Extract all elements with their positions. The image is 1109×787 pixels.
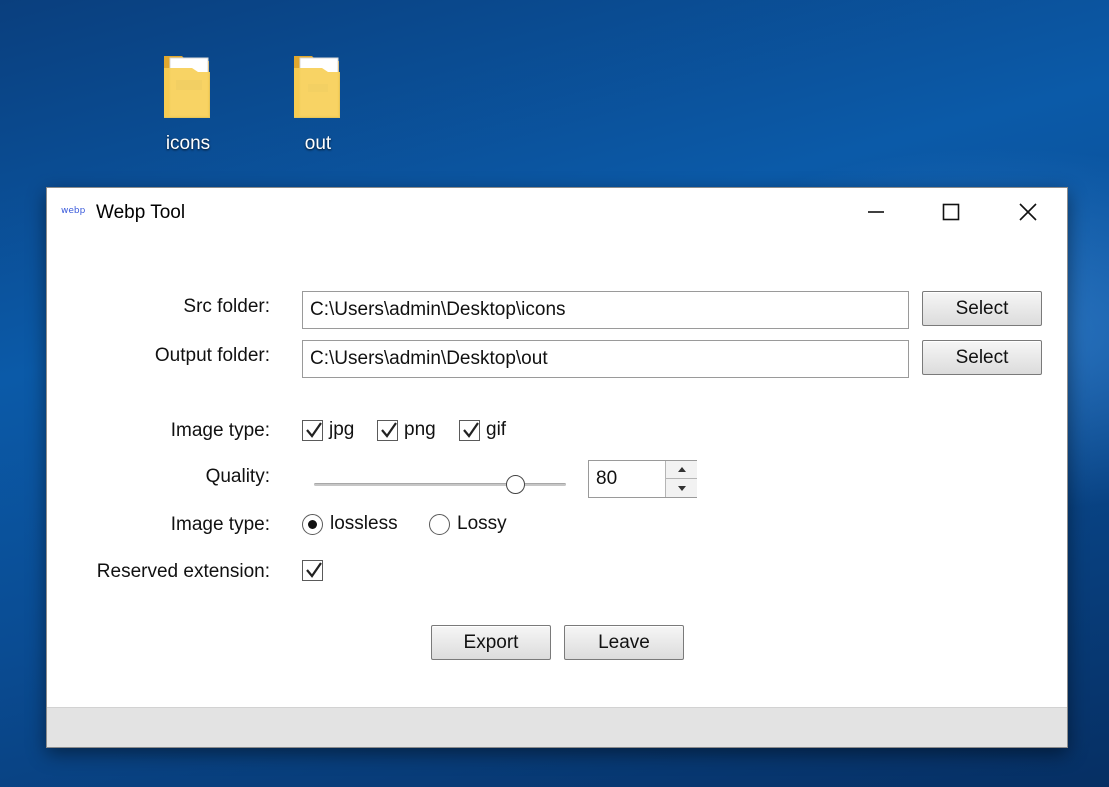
window-title: Webp Tool bbox=[96, 202, 186, 223]
output-folder-label: Output folder: bbox=[154, 345, 270, 366]
png-checkbox[interactable]: png bbox=[377, 419, 436, 441]
quality-value: 80 bbox=[596, 468, 618, 489]
radio-circle bbox=[429, 513, 450, 535]
desktop-folder-icons[interactable]: icons bbox=[138, 50, 238, 155]
webp-app-icon: webp bbox=[61, 203, 86, 222]
desktop-folder-out[interactable]: out bbox=[268, 50, 368, 155]
reserved-extension-label: Reserved extension: bbox=[96, 561, 270, 582]
leave-button[interactable]: Leave bbox=[564, 625, 684, 660]
checkbox-box bbox=[459, 419, 480, 441]
reserved-extension-checkbox[interactable] bbox=[302, 560, 323, 581]
spinner-up-button[interactable] bbox=[665, 461, 697, 479]
close-icon bbox=[1019, 203, 1037, 221]
jpg-checkbox[interactable]: jpg bbox=[302, 419, 354, 441]
maximize-icon bbox=[942, 203, 960, 221]
src-folder-label: Src folder: bbox=[183, 296, 270, 317]
checkbox-box bbox=[302, 560, 323, 581]
desktop-folder-label: out bbox=[304, 133, 332, 154]
lossy-radio[interactable]: Lossy bbox=[429, 513, 507, 535]
src-select-button[interactable]: Select bbox=[922, 291, 1042, 326]
maximize-button[interactable] bbox=[928, 194, 974, 230]
svg-text:webp: webp bbox=[61, 206, 85, 216]
quality-slider-track[interactable] bbox=[314, 483, 566, 486]
quality-label: Quality: bbox=[205, 466, 270, 487]
checkbox-box bbox=[302, 419, 323, 441]
spinner-down-button[interactable] bbox=[665, 479, 697, 497]
lossy-label: Lossy bbox=[457, 513, 507, 534]
checkbox-box bbox=[377, 419, 398, 441]
export-button[interactable]: Export bbox=[431, 625, 551, 660]
output-select-button[interactable]: Select bbox=[922, 340, 1042, 375]
radio-circle bbox=[302, 513, 323, 535]
quality-spinner[interactable]: 80 bbox=[588, 460, 697, 498]
checkmark-icon bbox=[306, 421, 322, 438]
lossless-radio[interactable]: lossless bbox=[302, 513, 398, 535]
png-label: png bbox=[404, 419, 436, 440]
close-button[interactable] bbox=[1005, 194, 1051, 230]
jpg-label: jpg bbox=[329, 419, 355, 440]
title-bar[interactable]: webp Webp Tool bbox=[47, 188, 1067, 238]
webp-tool-window: webp Webp Tool Src folder: C:\Users\admi… bbox=[46, 187, 1068, 748]
checkmark-icon bbox=[381, 421, 397, 438]
folder-icon bbox=[164, 56, 210, 118]
checkmark-icon bbox=[463, 421, 479, 438]
caret-down-icon bbox=[677, 485, 686, 491]
folder-icon bbox=[294, 56, 340, 118]
minimize-icon bbox=[868, 211, 884, 213]
caret-up-icon bbox=[677, 467, 686, 472]
lossless-label: lossless bbox=[330, 513, 398, 534]
minimize-button[interactable] bbox=[853, 194, 899, 230]
gif-checkbox[interactable]: gif bbox=[459, 419, 506, 441]
desktop-folder-label: icons bbox=[165, 133, 211, 154]
status-bar bbox=[47, 707, 1067, 747]
image-type-label: Image type: bbox=[170, 420, 270, 441]
output-folder-input[interactable]: C:\Users\admin\Desktop\out bbox=[302, 340, 909, 378]
checkmark-icon bbox=[306, 562, 322, 578]
src-folder-input[interactable]: C:\Users\admin\Desktop\icons bbox=[302, 291, 909, 329]
compression-type-label: Image type: bbox=[170, 514, 270, 535]
quality-slider-thumb[interactable] bbox=[506, 475, 526, 494]
gif-label: gif bbox=[486, 419, 507, 440]
